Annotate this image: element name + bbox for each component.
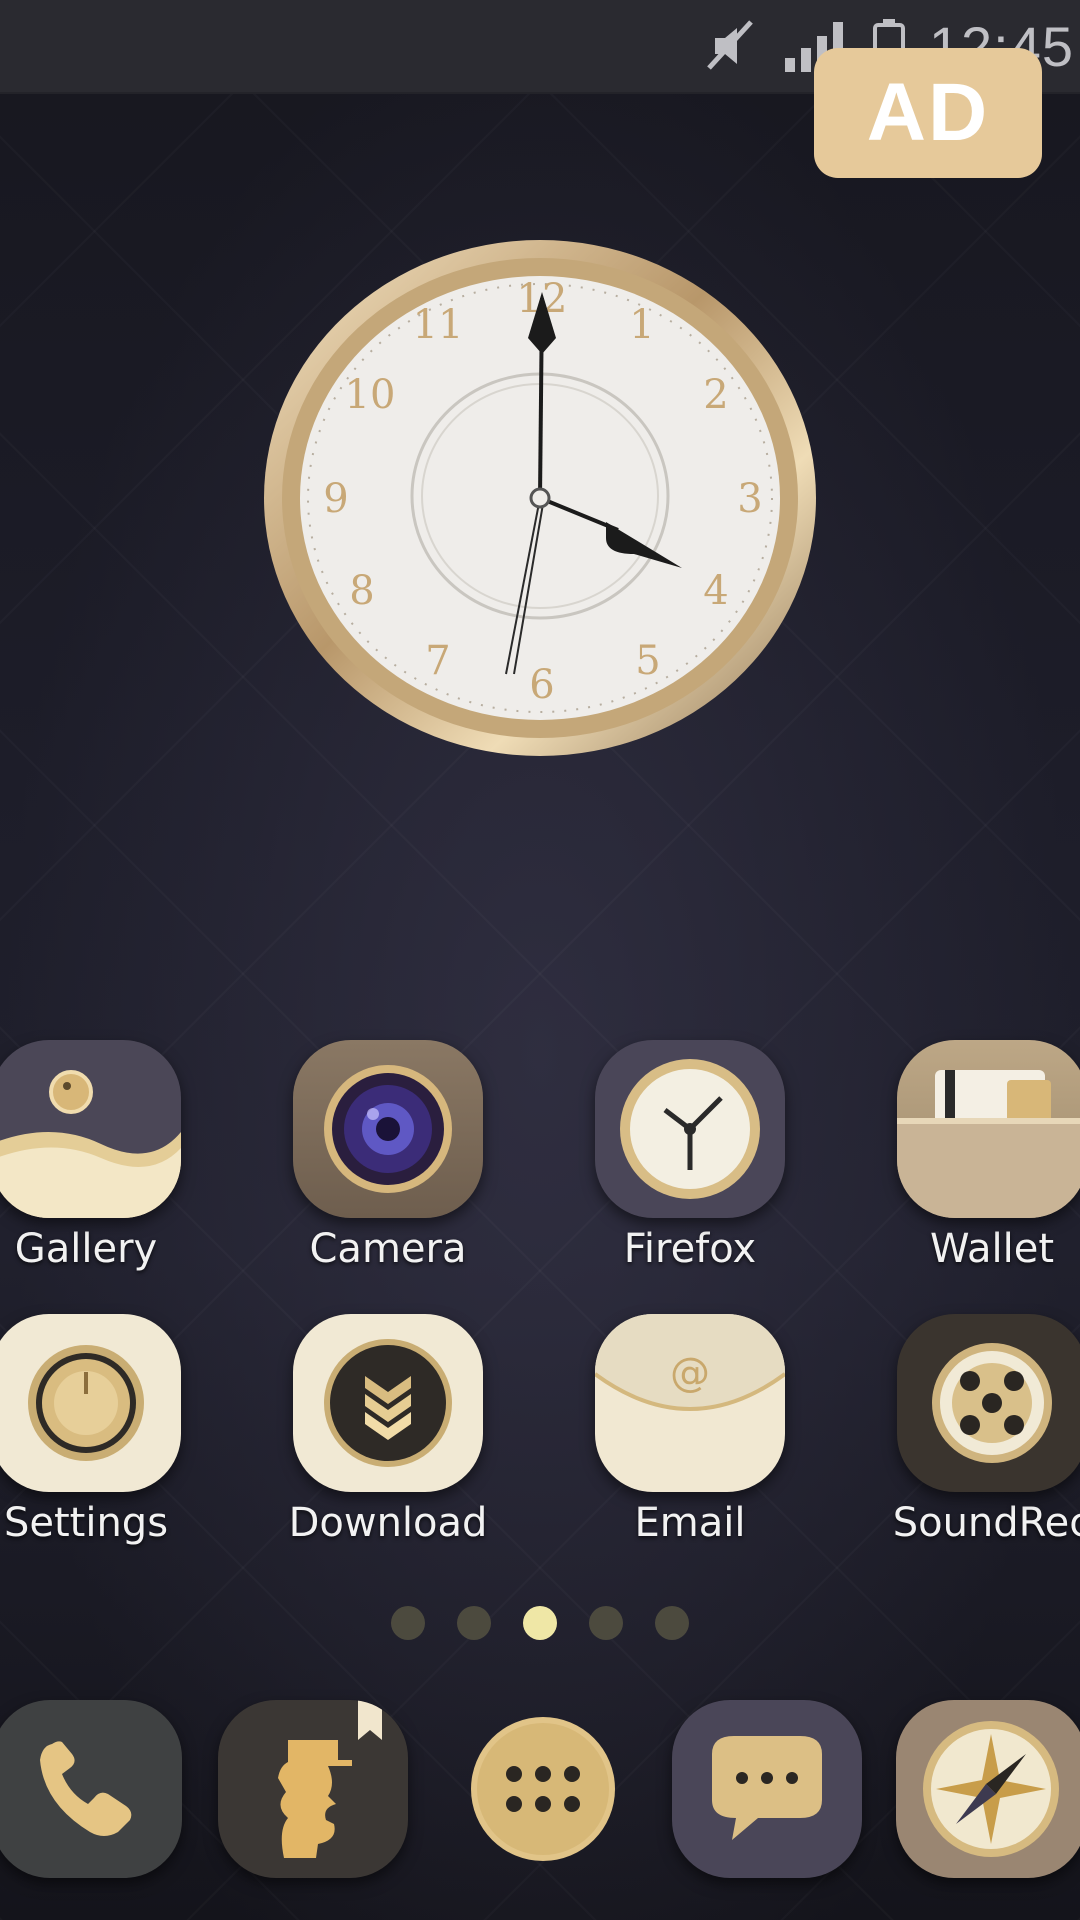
app-label: Firefox — [623, 1226, 757, 1272]
svg-text:@: @ — [670, 1350, 710, 1396]
contacts-icon[interactable] — [218, 1700, 408, 1878]
camera-icon — [293, 1040, 483, 1218]
clock-numeral-3: 3 — [737, 476, 762, 522]
page-dot[interactable] — [589, 1606, 623, 1640]
app-email[interactable]: @ Email — [580, 1314, 800, 1546]
clock-numeral-5: 5 — [635, 638, 660, 684]
page-indicator — [0, 1606, 1080, 1640]
app-label: Gallery — [14, 1226, 158, 1272]
app-label: Wallet — [929, 1226, 1055, 1272]
settings-icon — [0, 1314, 181, 1492]
page-dot[interactable] — [457, 1606, 491, 1640]
app-firefox[interactable]: Firefox — [580, 1040, 800, 1272]
app-label: Settings — [3, 1500, 169, 1546]
clock-numeral-7: 7 — [425, 638, 450, 684]
app-soundrec[interactable]: SoundRec — [882, 1314, 1080, 1546]
clock-icon — [595, 1040, 785, 1218]
phone-icon[interactable] — [0, 1700, 182, 1878]
ad-badge[interactable]: AD — [814, 48, 1042, 178]
soundrec-icon — [897, 1314, 1080, 1492]
page-dot[interactable] — [655, 1606, 689, 1640]
clock-numeral-10: 10 — [345, 372, 396, 418]
clock-numeral-8: 8 — [349, 568, 374, 614]
page-dot-active[interactable] — [523, 1606, 557, 1640]
app-label: SoundRec — [892, 1500, 1080, 1546]
app-download[interactable]: Download — [278, 1314, 498, 1546]
app-label: Camera — [309, 1226, 467, 1272]
app-label: Email — [634, 1500, 746, 1546]
clock-numeral-1: 1 — [629, 302, 654, 348]
clock-numeral-4: 4 — [703, 568, 728, 614]
clock-numeral-9: 9 — [323, 476, 348, 522]
home-screen: 12:45 AD 12 1 2 3 — [0, 0, 1080, 1920]
app-wallet[interactable]: Wallet — [882, 1040, 1080, 1272]
app-drawer-icon[interactable] — [448, 1700, 638, 1878]
app-label: Download — [288, 1500, 488, 1546]
clock-numeral-2: 2 — [703, 372, 728, 418]
page-dot[interactable] — [391, 1606, 425, 1640]
analog-clock-widget[interactable]: 12 1 2 3 4 5 6 7 8 9 10 11 — [262, 238, 818, 758]
gallery-icon — [0, 1040, 181, 1218]
compass-icon[interactable] — [896, 1700, 1080, 1878]
app-settings[interactable]: Settings — [0, 1314, 196, 1546]
messages-icon[interactable] — [672, 1700, 862, 1878]
email-icon: @ — [595, 1314, 785, 1492]
clock-numeral-6: 6 — [529, 662, 554, 708]
clock-numeral-11: 11 — [413, 302, 464, 348]
app-camera[interactable]: Camera — [278, 1040, 498, 1272]
wallet-icon — [897, 1040, 1080, 1218]
app-gallery[interactable]: Gallery — [0, 1040, 196, 1272]
mute-icon — [701, 16, 761, 76]
download-icon — [293, 1314, 483, 1492]
